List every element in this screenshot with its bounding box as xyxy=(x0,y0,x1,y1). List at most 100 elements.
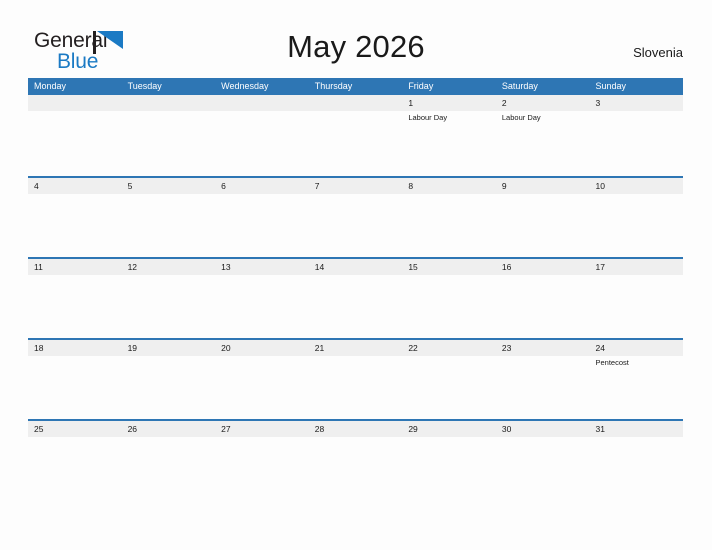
day-cell[interactable]: 30 xyxy=(496,421,590,437)
day-number: 27 xyxy=(221,424,231,434)
day-cell-empty xyxy=(28,95,122,111)
page-header: General Blue May 2026 Slovenia xyxy=(0,0,712,78)
day-number: 20 xyxy=(221,343,231,353)
day-number: 13 xyxy=(221,262,231,272)
day-number: 23 xyxy=(501,343,512,353)
day-cell[interactable]: 11 xyxy=(28,259,122,275)
day-cell[interactable]: 21 xyxy=(309,340,403,356)
day-cell[interactable]: 31 xyxy=(589,421,683,437)
day-number: 30 xyxy=(501,424,512,434)
day-events-cell xyxy=(215,275,309,338)
day-cell[interactable]: 23 xyxy=(496,340,590,356)
day-number: 7 xyxy=(314,181,320,191)
weekday-header-wednesday: Wednesday xyxy=(221,81,269,91)
calendar-page: General Blue May 2026 Slovenia Monday Tu… xyxy=(0,0,712,550)
day-cell[interactable]: 25 xyxy=(28,421,122,437)
calendar-week-row: 11 12 13 14 15 16 17 xyxy=(28,257,683,338)
day-cell[interactable]: 10 xyxy=(589,178,683,194)
day-number: 12 xyxy=(127,262,138,272)
day-events-cell xyxy=(122,275,216,338)
day-events-cell xyxy=(309,111,403,174)
day-cell[interactable]: 19 xyxy=(122,340,216,356)
page-title: May 2026 xyxy=(287,29,425,64)
day-number: 28 xyxy=(314,424,325,434)
day-events-cell xyxy=(496,194,590,257)
day-number: 4 xyxy=(34,181,39,191)
calendar-week-row: 1 2 3 Labour Day Labour Day xyxy=(28,95,683,176)
holiday-event-label: Labour Day xyxy=(408,113,448,122)
day-cell[interactable]: 24 xyxy=(589,340,683,356)
day-events-cell xyxy=(309,356,403,419)
day-cell[interactable]: 2 xyxy=(496,95,590,111)
calendar-weeks: 1 2 3 Labour Day Labour Day 4 5 6 7 8 9 10 11 12 13 14 1… xyxy=(28,95,683,500)
day-cell[interactable]: 14 xyxy=(309,259,403,275)
day-number: 17 xyxy=(595,262,605,272)
day-events-cell xyxy=(309,194,403,257)
day-events-cell xyxy=(28,356,122,419)
weekday-header-saturday: Saturday xyxy=(501,81,538,91)
day-number: 25 xyxy=(34,424,44,434)
day-cell[interactable]: 29 xyxy=(402,421,496,437)
day-events-cell xyxy=(309,275,403,338)
day-events-cell xyxy=(122,437,216,500)
day-events-cell xyxy=(215,111,309,174)
week-event-band xyxy=(28,437,683,500)
day-cell[interactable]: 15 xyxy=(402,259,496,275)
day-events-cell xyxy=(122,356,216,419)
week-date-band: 1 2 3 xyxy=(28,95,683,111)
day-cell[interactable]: 6 xyxy=(215,178,309,194)
day-cell[interactable]: 12 xyxy=(122,259,216,275)
day-cell[interactable]: 27 xyxy=(215,421,309,437)
week-event-band xyxy=(28,275,683,338)
calendar-week-row: 4 5 6 7 8 9 10 xyxy=(28,176,683,257)
calendar-grid: Monday Tuesday Wednesday Thursday Friday… xyxy=(28,78,683,500)
day-number: 24 xyxy=(595,343,605,353)
day-events-cell xyxy=(589,194,683,257)
day-number: 10 xyxy=(595,181,605,191)
weekday-header-tuesday: Tuesday xyxy=(127,81,162,91)
day-cell[interactable]: 28 xyxy=(309,421,403,437)
day-events-cell xyxy=(215,194,309,257)
day-events-cell xyxy=(309,437,403,500)
day-cell[interactable]: 22 xyxy=(402,340,496,356)
day-number: 18 xyxy=(34,343,44,353)
day-cell[interactable]: 13 xyxy=(215,259,309,275)
week-date-band: 4 5 6 7 8 9 10 xyxy=(28,178,683,194)
day-cell[interactable]: 26 xyxy=(122,421,216,437)
day-cell[interactable]: 5 xyxy=(122,178,216,194)
day-cell[interactable]: 4 xyxy=(28,178,122,194)
day-cell[interactable]: 20 xyxy=(215,340,309,356)
day-number: 15 xyxy=(408,262,418,272)
week-event-band: Labour Day Labour Day xyxy=(28,111,683,174)
day-cell[interactable]: 8 xyxy=(402,178,496,194)
week-event-band: Pentecost xyxy=(28,356,683,419)
day-events-cell xyxy=(589,275,683,338)
day-cell[interactable]: 3 xyxy=(589,95,683,111)
weekday-header-friday: Friday xyxy=(408,81,434,91)
day-events-cell xyxy=(28,275,122,338)
day-number: 8 xyxy=(408,181,414,191)
day-number: 31 xyxy=(595,424,605,434)
day-events-cell xyxy=(402,275,496,338)
holiday-event-label: Pentecost xyxy=(595,358,629,367)
day-number: 6 xyxy=(221,181,226,191)
calendar-week-row: 25 26 27 28 29 30 31 xyxy=(28,419,683,500)
day-events-cell xyxy=(215,437,309,500)
day-cell[interactable]: 16 xyxy=(496,259,590,275)
day-events-cell xyxy=(28,111,122,174)
holiday-event-label: Labour Day xyxy=(501,113,541,122)
day-number: 21 xyxy=(314,343,325,353)
day-events-cell xyxy=(122,111,216,174)
day-cell[interactable]: 1 xyxy=(402,95,496,111)
day-number: 26 xyxy=(127,424,138,434)
day-cell[interactable]: 18 xyxy=(28,340,122,356)
day-number: 9 xyxy=(501,181,507,191)
day-cell[interactable]: 17 xyxy=(589,259,683,275)
day-number: 14 xyxy=(314,262,325,272)
day-cell[interactable]: 9 xyxy=(496,178,590,194)
country-label: Slovenia xyxy=(633,45,683,60)
weekday-header-monday: Monday xyxy=(34,81,67,91)
day-number: 19 xyxy=(127,343,138,353)
week-date-band: 18 19 20 21 22 23 24 xyxy=(28,340,683,356)
day-cell[interactable]: 7 xyxy=(309,178,403,194)
